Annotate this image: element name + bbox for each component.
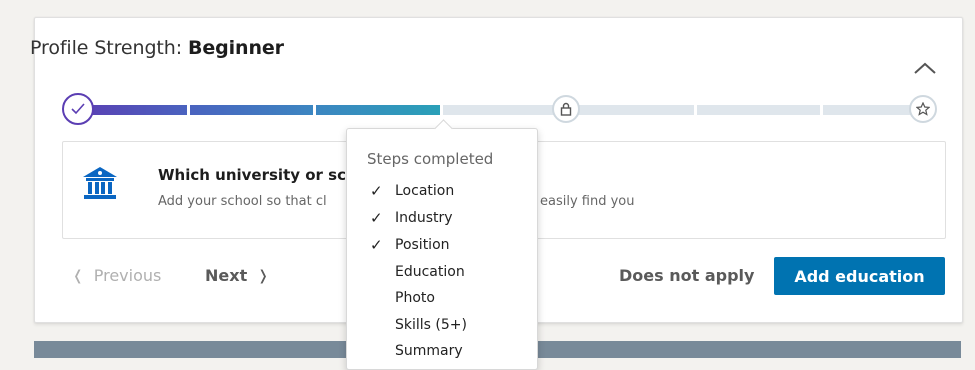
checkmark-icon: ✓ [370, 209, 383, 227]
collapse-button[interactable] [912, 58, 938, 78]
step-item: Industry [395, 210, 453, 226]
tooltip-title: Steps completed [367, 150, 494, 168]
progress-meter [62, 93, 938, 125]
step-item: Photo [395, 290, 435, 306]
previous-label: Previous [93, 266, 162, 285]
previous-button[interactable]: ❬ Previous [72, 266, 161, 285]
chevron-left-icon: ❬ [72, 267, 84, 284]
step-item: Education [395, 264, 465, 280]
school-icon [83, 167, 117, 199]
star-icon [916, 102, 930, 116]
steps-completed-tooltip: Steps completed ✓ Location ✓ Industry ✓ … [346, 119, 538, 370]
step-item: Summary [395, 343, 463, 359]
progress-segment-2 [190, 105, 313, 115]
chevron-up-icon [914, 62, 936, 74]
progress-star-node [909, 95, 937, 123]
profile-strength-title: Profile Strength: Beginner [30, 37, 284, 59]
step-item: Position [395, 237, 450, 253]
checkmark-icon: ✓ [370, 182, 383, 200]
checkmark-icon [71, 103, 85, 115]
question-description-end: easily find you [540, 194, 635, 209]
progress-segment-5 [570, 105, 694, 115]
title-prefix: Profile Strength: [30, 37, 188, 59]
chevron-right-icon: ❭ [257, 267, 269, 284]
question-description: Add your school so that cl [158, 194, 327, 209]
progress-segment-6 [697, 105, 820, 115]
progress-start-node [62, 93, 94, 125]
next-button[interactable]: Next ❭ [205, 266, 269, 285]
lock-icon [560, 102, 572, 116]
does-not-apply-button[interactable]: Does not apply [619, 266, 754, 285]
add-education-button[interactable]: Add education [774, 257, 945, 295]
checkmark-icon: ✓ [370, 236, 383, 254]
next-label: Next [205, 266, 248, 285]
progress-segment-4 [443, 105, 567, 115]
progress-lock-node [552, 95, 580, 123]
step-item: Location [395, 183, 455, 199]
step-item: Skills (5+) [395, 317, 467, 333]
question-title: Which university or sc [158, 166, 346, 184]
progress-segment-3 [316, 105, 440, 115]
strength-level: Beginner [187, 37, 284, 59]
